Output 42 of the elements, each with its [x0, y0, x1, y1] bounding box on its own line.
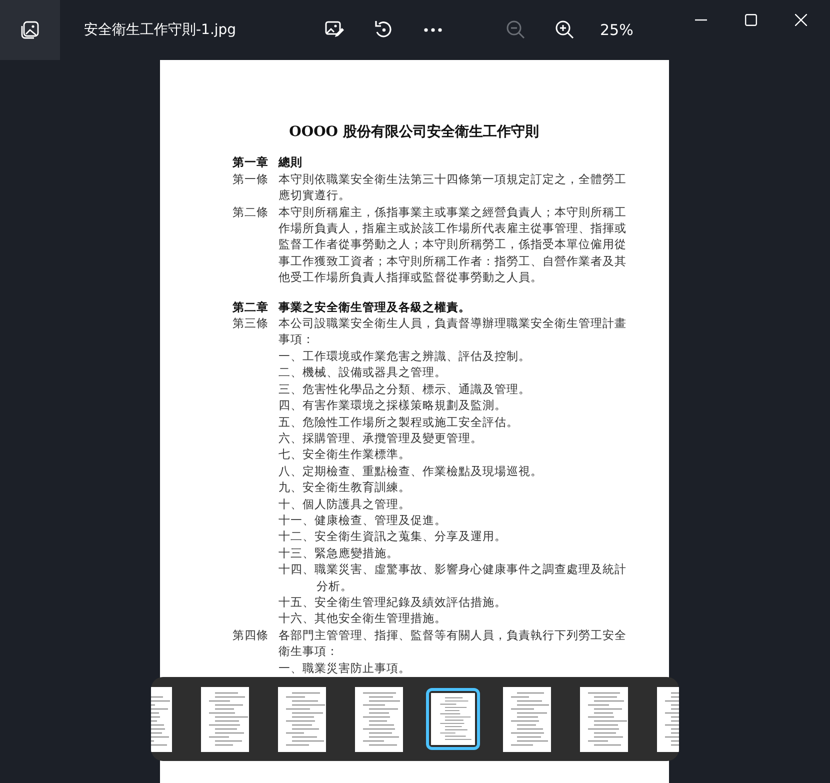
list-item: 六、採購管理、承攬管理及變更管理。	[278, 430, 484, 446]
more-icon	[424, 28, 442, 32]
document-title: OOOO 股份有限公司安全衛生工作守則	[288, 124, 540, 140]
list-item: 三、危害性化學品之分類、標示、通識及管理。	[278, 380, 532, 398]
chapter-number: 第二章	[232, 298, 270, 316]
maximize-icon	[745, 14, 757, 26]
list-item: 十四、職業災害、虛驚事故、影響身心健康事件之調查處理及統計分析。	[278, 561, 628, 594]
article-number: 第二條	[232, 204, 270, 221]
article-number: 第四條	[232, 626, 270, 644]
list-item: 十一、健康檢查、管理及促進。	[278, 512, 448, 528]
chapter-title: 事業之安全衛生管理及各級之權責。	[278, 298, 472, 316]
file-name: 安全衛生工作守則-1.jpg	[84, 21, 238, 39]
gallery-icon	[20, 20, 40, 40]
list-item: 九、安全衛生教育訓練。	[278, 479, 412, 496]
list-item: 十三、緊急應變措施。	[278, 544, 400, 562]
chapter-title: 總則	[278, 154, 304, 171]
chapter-number: 第一章	[232, 154, 270, 171]
zoom-out-icon	[505, 19, 527, 41]
list-item: 二、機械、設備或器具之管理。	[278, 364, 448, 381]
article-text: 本公司設職業安全衛生人員，負責督導辦理職業安全衛生管理計畫事項：	[278, 315, 628, 348]
zoom-in-icon	[554, 19, 576, 41]
page-thumbnail[interactable]	[426, 688, 480, 750]
text-lines-drawing	[431, 693, 475, 745]
list-item: 四、有害作業環境之採樣策略規劃及監測。	[278, 397, 508, 414]
article-number: 第三條	[232, 315, 270, 332]
article-number: 第一條	[232, 170, 270, 188]
article-text: 本守則依職業安全衛生法第三十四條第一項規定訂定之，全體勞工應切實遵行。	[278, 170, 628, 204]
list-item: 十二、安全衛生資訊之蒐集、分享及運用。	[278, 528, 508, 545]
list-item: 一、工作環境或作業危害之辨識、評估及控制。	[278, 348, 532, 364]
close-icon	[795, 14, 807, 26]
zoom-level: 25%	[600, 21, 634, 39]
list-item: 十、個人防護具之管理。	[278, 496, 412, 512]
minimize-icon	[695, 19, 707, 21]
list-item: 五、危險性工作場所之製程或施工安全評估。	[278, 414, 520, 430]
list-item: 十六、其他安全衛生管理措施。	[278, 610, 448, 627]
list-item: 七、安全衛生作業標準。	[278, 446, 412, 463]
list-item: 一、職業災害防止事項。	[278, 660, 412, 676]
article-text: 本守則所稱雇主，係指事業主或事業之經營負責人；本守則所稱工作場所負責人，指雇主或於該工作場所代表雇主從事管理、指揮或監督工作者從事勞動之人；本守則所稱勞工，係指受本單位僱用從事工作獲致工資者；本守則所稱工作者：指勞工、自營作業者及其他受工作場所負責人指揮或監督從事勞動之人員。	[278, 204, 628, 286]
gallery-button[interactable]	[0, 0, 60, 60]
article-text: 各部門主管管理、指揮、監督等有關人員，負責執行下列勞工安全衛生事項：	[278, 626, 628, 660]
list-item: 八、定期檢查、重點檢查、作業檢點及現場巡視。	[278, 462, 544, 480]
list-item: 十五、安全衛生管理紀錄及績效評估措施。	[278, 594, 508, 610]
